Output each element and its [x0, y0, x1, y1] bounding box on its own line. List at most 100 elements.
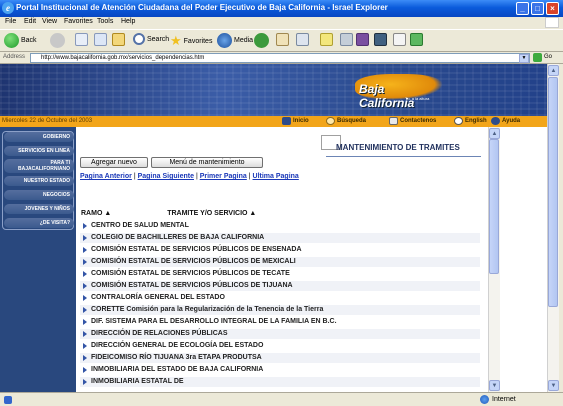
sidebar-item-servicios-en-linea[interactable]: SERVICIOS EN LINEA: [4, 146, 74, 156]
sidebar-item-negocios[interactable]: NEGOCIOS: [4, 190, 74, 200]
col-tramite-header[interactable]: TRAMITE Y/O SERVICIO ▲: [167, 210, 256, 217]
search-label: Search: [147, 35, 170, 43]
content-scroll-thumb[interactable]: [489, 139, 499, 274]
table-row[interactable]: DIRECCIÓN DE RELACIONES PÚBLICAS: [80, 329, 480, 339]
menu-view[interactable]: View: [42, 18, 57, 25]
row-arrow-icon: [83, 307, 87, 313]
user-icon[interactable]: [393, 33, 406, 46]
help-icon: [491, 117, 500, 125]
menu-tools[interactable]: Tools: [97, 18, 113, 25]
window-scroll-up-icon[interactable]: ▲: [548, 65, 559, 76]
favorites-button[interactable]: ★ Favorites: [170, 33, 212, 49]
table-row[interactable]: COMISIÓN ESTATAL DE SERVICIOS PÚBLICOS D…: [80, 257, 480, 267]
sidebar-item-nuestro-estado[interactable]: NUESTRO ESTADO: [4, 176, 74, 186]
research-icon[interactable]: [374, 33, 387, 46]
go-arrow-icon[interactable]: [533, 53, 542, 62]
toolbar: Back Search ★ Favorites Media: [0, 29, 563, 52]
table-row[interactable]: CONTRALORÍA GENERAL DEL ESTADO: [80, 293, 480, 303]
row-arrow-icon: [83, 223, 87, 229]
forward-button[interactable]: [50, 33, 65, 48]
prev-page-link[interactable]: Pagina Anterior: [80, 173, 132, 180]
messenger-icon[interactable]: [356, 33, 369, 46]
mail-icon[interactable]: [276, 33, 289, 46]
table-row[interactable]: DIRECCIÓN GENERAL DE ECOLOGÍA DEL ESTADO: [80, 341, 480, 351]
table-row[interactable]: COMISIÓN ESTATAL DE SERVICIOS PÚBLICOS D…: [80, 281, 480, 291]
next-page-link[interactable]: Pagina Siguiente: [138, 173, 194, 180]
maintenance-menu-button[interactable]: Menú de mantenimiento: [151, 157, 263, 168]
row-arrow-icon: [83, 235, 87, 241]
info-bar: Miercoles 22 de Octubre del 2003 Inicio …: [0, 116, 555, 127]
inicio-link[interactable]: Inicio: [282, 117, 309, 125]
add-new-button[interactable]: Agregar nuevo: [80, 157, 148, 168]
row-arrow-icon: [83, 271, 87, 277]
logo-subtext: Tu, a la altura: [405, 96, 430, 101]
first-page-link[interactable]: Primer Pagina: [200, 173, 247, 180]
media-button[interactable]: Media: [217, 33, 253, 48]
go-label[interactable]: Go: [544, 54, 552, 60]
zone-label: Internet: [492, 396, 516, 403]
window-scroll-down-icon[interactable]: ▼: [548, 380, 559, 391]
refresh-icon[interactable]: [94, 33, 107, 46]
baja-california-logo[interactable]: Baja California Tu, a la altura: [355, 74, 443, 110]
row-label: INMOBILIARIA ESTATAL DE: [91, 378, 184, 385]
sidebar-item-jovenes-y-ninos[interactable]: JOVENES Y NIÑOS: [4, 204, 74, 214]
sidebar-item-para-ti[interactable]: PARA TI BAJACALIFORNIANO: [4, 159, 74, 173]
table-header: RAMO ▲ TRAMITE Y/O SERVICIO ▲: [81, 210, 256, 217]
contactenos-link[interactable]: Contactenos: [389, 117, 436, 125]
address-input[interactable]: http://www.bajacalifornia.gob.mx/servici…: [30, 53, 530, 63]
status-bar: Internet: [0, 392, 563, 406]
page-title-block: MANTENIMIENTO DE TRAMITES: [321, 135, 481, 157]
zone-indicator: Internet: [480, 395, 516, 404]
print-icon[interactable]: [296, 33, 309, 46]
media-label: Media: [234, 37, 254, 44]
window-scroll-thumb[interactable]: [548, 77, 558, 307]
table-row[interactable]: INMOBILIARIA ESTATAL DE: [80, 377, 480, 387]
search-button[interactable]: Search: [133, 33, 169, 45]
menu-help[interactable]: Help: [121, 18, 135, 25]
sidebar-item-gobierno[interactable]: GOBIERNO: [4, 132, 74, 142]
english-label: English: [465, 118, 487, 124]
banner-pattern: [0, 64, 555, 116]
menu-bar: File Edit View Favorites Tools Help: [0, 17, 563, 29]
table-row[interactable]: COMISIÓN ESTATAL DE SERVICIOS PÚBLICOS D…: [80, 245, 480, 255]
stop-icon[interactable]: [75, 33, 88, 46]
sidebar-item-de-visita[interactable]: ¿DE VISITA?: [4, 218, 74, 228]
home-icon: [282, 117, 291, 125]
title-underline: [326, 156, 481, 157]
maximize-button[interactable]: □: [531, 2, 544, 15]
page-title: MANTENIMIENTO DE TRAMITES: [336, 143, 460, 152]
ayuda-link[interactable]: Ayuda: [491, 117, 520, 125]
home-icon[interactable]: [112, 33, 125, 46]
back-button[interactable]: Back: [4, 33, 37, 48]
table-row[interactable]: INMOBILIARIA DEL ESTADO DE BAJA CALIFORN…: [80, 365, 480, 375]
messenger-people-icon[interactable]: [410, 33, 423, 46]
discuss-icon[interactable]: [340, 33, 353, 46]
table-row[interactable]: CORETTE Comisión para la Regularización …: [80, 305, 480, 315]
current-date: Miercoles 22 de Octubre del 2003: [2, 118, 93, 124]
scroll-up-arrow-icon[interactable]: ▲: [489, 128, 500, 139]
edit-icon[interactable]: [320, 33, 333, 46]
menu-edit[interactable]: Edit: [24, 18, 36, 25]
english-link[interactable]: English: [454, 117, 487, 125]
address-dropdown-icon[interactable]: ▼: [519, 54, 529, 63]
row-arrow-icon: [83, 295, 87, 301]
menu-favorites[interactable]: Favorites: [64, 18, 93, 25]
close-button[interactable]: ×: [546, 2, 559, 15]
busqueda-link[interactable]: Búsqueda: [326, 117, 366, 125]
minimize-button[interactable]: _: [516, 2, 529, 15]
table-row[interactable]: COMISIÓN ESTATAL DE SERVICIOS PÚBLICOS D…: [80, 269, 480, 279]
menu-file[interactable]: File: [5, 18, 16, 25]
scroll-down-arrow-icon[interactable]: ▼: [489, 380, 500, 391]
row-label: CENTRO DE SALUD MENTAL: [91, 222, 189, 229]
history-icon[interactable]: [254, 33, 269, 48]
address-label: Address: [3, 54, 26, 60]
table-row[interactable]: DIF. SISTEMA PARA EL DESARROLLO INTEGRAL…: [80, 317, 480, 327]
last-page-link[interactable]: Ultima Pagina: [253, 173, 299, 180]
col-ramo-header[interactable]: RAMO ▲: [81, 210, 111, 217]
table-row[interactable]: COLEGIO DE BACHILLERES DE BAJA CALIFORNI…: [80, 233, 480, 243]
table-row[interactable]: FIDEICOMISO RÍO TIJUANA 3ra ETAPA PRODUT…: [80, 353, 480, 363]
table-row[interactable]: CENTRO DE SALUD MENTAL: [80, 221, 480, 231]
page-icon: [4, 396, 12, 404]
row-label: COLEGIO DE BACHILLERES DE BAJA CALIFORNI…: [91, 234, 265, 241]
forward-arrow-icon: [50, 33, 65, 48]
